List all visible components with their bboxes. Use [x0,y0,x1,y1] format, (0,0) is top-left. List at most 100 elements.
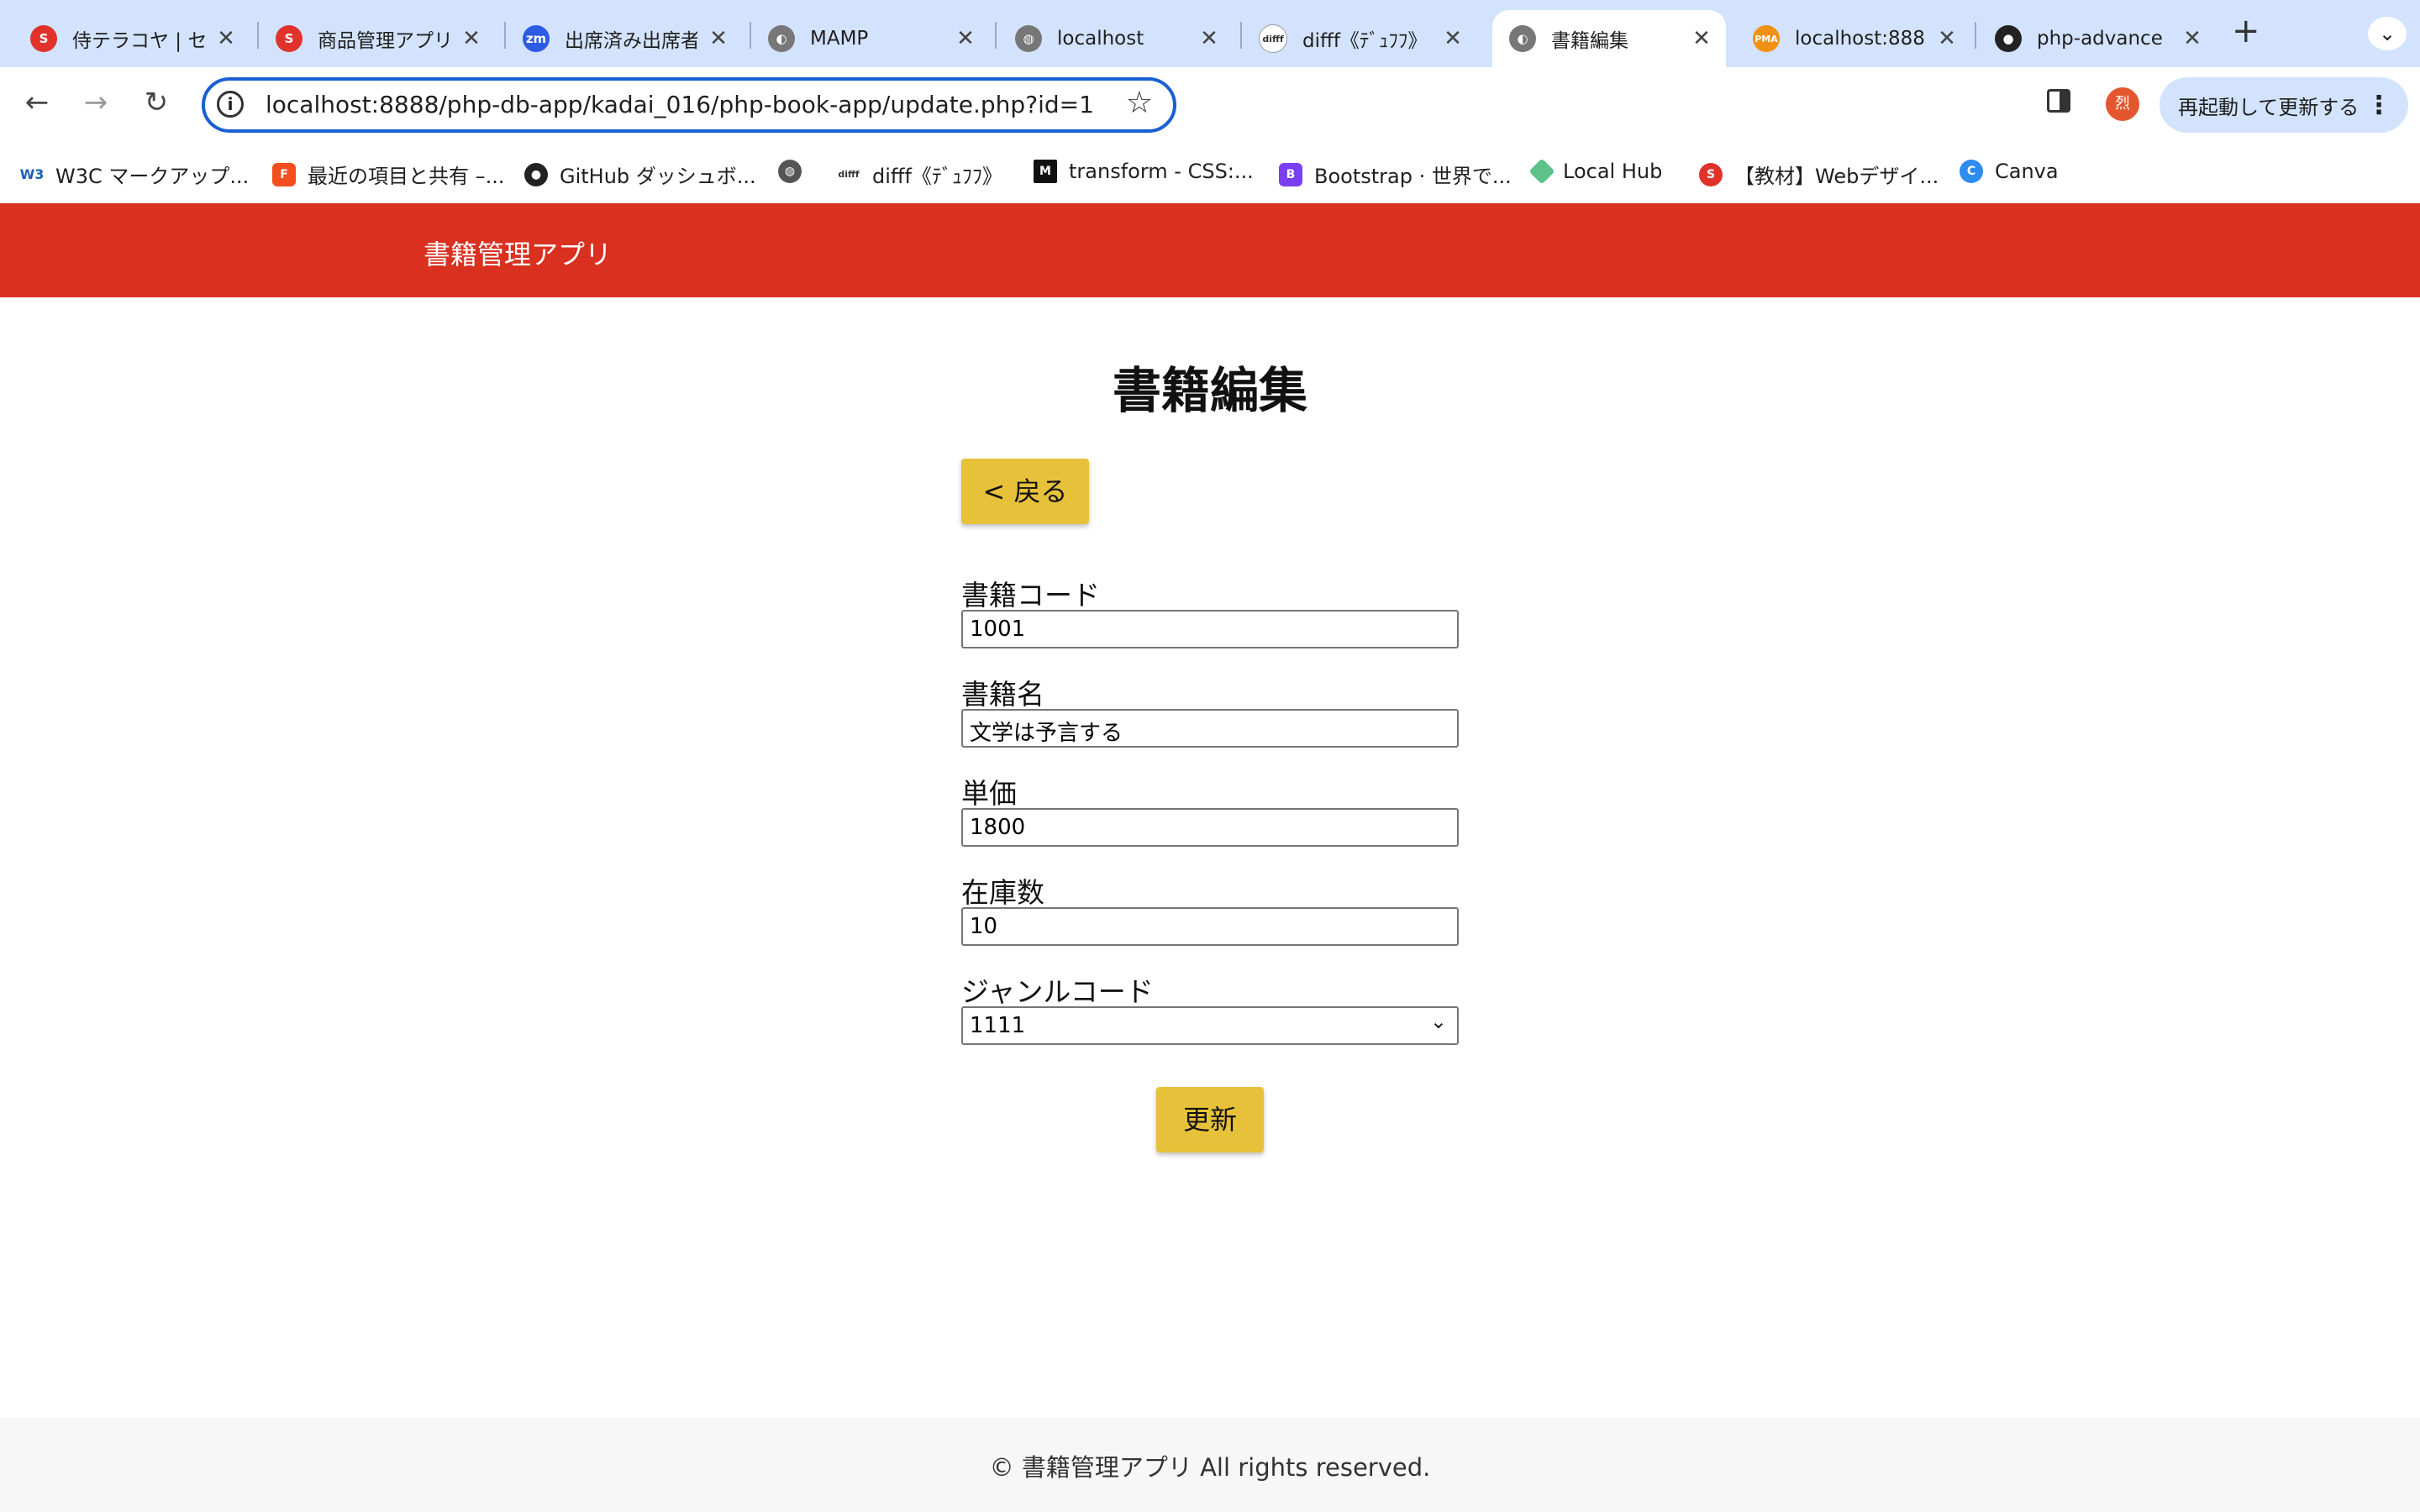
mdn-icon: M [1034,160,1057,183]
footer-copyright: © 書籍管理アプリ All rights reserved. [989,1453,1431,1482]
bookmark-label: 最近の項目と共有 –... [308,165,505,188]
close-icon[interactable]: ✕ [213,26,239,51]
close-icon[interactable]: ✕ [1440,26,1465,51]
bookmark-label: Bootstrap · 世界で... [1314,165,1512,188]
close-icon[interactable]: ✕ [953,26,978,51]
relaunch-update-button[interactable]: 再起動して更新する ⋮ [2160,77,2408,133]
address-bar[interactable]: i localhost:8888/php-db-app/kadai_016/ph… [202,77,1176,133]
site-info-icon[interactable]: i [217,91,244,118]
samurai-icon: S [1699,162,1723,186]
globe-icon: ◍ [1015,25,1042,52]
close-icon[interactable]: ✕ [706,26,731,51]
close-icon[interactable]: ✕ [1934,26,1960,51]
w3c-icon: W3 [20,162,44,186]
tab-title: localhost:888 [1795,28,1925,50]
close-icon[interactable]: ✕ [459,26,484,51]
stock-label: 在庫数 [961,876,1044,909]
difff-icon: difff [837,162,860,186]
tab-php-advance[interactable]: ● php-advance ✕ [1965,10,2217,67]
samurai-icon: S [30,25,57,52]
bookmark-globe[interactable]: ◍ [778,160,813,183]
difff-icon: difff [1259,24,1287,53]
app-header: 書籍管理アプリ [0,203,2420,297]
tab-title: 書籍編集 [1551,30,1628,52]
page-footer: © 書籍管理アプリ All rights reserved. [0,1418,2420,1512]
tab-title: difff《ﾃﾞｭﾌﾌ》 [1302,30,1428,52]
genre-code-selected: 1111 [970,1013,1026,1038]
bookmark-github[interactable]: ● GitHub ダッシュボ... [524,160,756,189]
bookmark-label: transform - CSS:... [1069,160,1254,183]
tab-localhost[interactable]: ◍ localhost ✕ [985,10,1234,67]
stock-input[interactable]: 10 [961,907,1459,946]
tab-mamp[interactable]: ◐ MAMP ✕ [738,10,990,67]
avatar[interactable]: 烈 [2106,87,2139,121]
samurai-icon: S [276,25,302,52]
bookmark-star-icon[interactable]: ☆ [1126,86,1153,120]
back-arrow-icon[interactable]: ← [17,86,57,119]
genre-code-label: ジャンルコード [961,975,1154,1008]
bookmarks-bar: W3 W3C マークアップ... F 最近の項目と共有 –... ● GitHu… [0,144,2420,203]
tab-phpmyadmin[interactable]: PMA localhost:888 ✕ [1723,10,1971,67]
bootstrap-icon: B [1279,162,1302,186]
bookmark-label: W3C マークアップ... [55,165,250,188]
bookmark-difff[interactable]: difff difff《ﾃﾞｭﾌﾌ》 [837,160,1002,189]
localhub-icon [1528,158,1555,185]
book-name-input[interactable]: 文学は予言する [961,709,1459,748]
mamp-icon: ◐ [768,25,795,52]
tab-zoom-attendance[interactable]: zm 出席済み出席者 ✕ [492,10,743,67]
bookmark-local-hub[interactable]: Local Hub [1528,158,1663,185]
pma-icon: PMA [1753,25,1780,52]
bookmark-samurai-webdesign[interactable]: S 【教材】Webデザイ... [1699,160,1939,189]
github-icon: ● [524,162,548,186]
tab-product-app[interactable]: S 商品管理アプリ ✕ [245,10,496,67]
genre-code-select[interactable]: 1111 ⌄ [961,1006,1459,1045]
bookmark-canva[interactable]: C Canva [1960,160,2059,183]
tab-samurai-terakoya[interactable]: S 侍テラコヤ | セ ✕ [0,10,250,67]
back-button[interactable]: < 戻る [961,459,1089,524]
mamp-icon: ◐ [1509,25,1536,52]
price-input[interactable]: 1800 [961,808,1459,847]
reload-icon[interactable]: ↻ [136,86,176,119]
tab-title: php-advance [2037,28,2163,50]
zm-icon: zm [523,25,550,52]
url-text[interactable]: localhost:8888/php-db-app/kadai_016/php-… [266,91,1094,118]
side-panel-icon[interactable] [2047,89,2070,113]
canva-icon: C [1960,160,1983,183]
price-label: 単価 [961,777,1017,810]
bookmark-bootstrap[interactable]: B Bootstrap · 世界で... [1279,160,1512,189]
bookmark-w3c[interactable]: W3 W3C マークアップ... [20,160,249,189]
bookmark-figma[interactable]: F 最近の項目と共有 –... [272,160,505,189]
tab-title: 出席済み出席者 [565,30,697,52]
bookmark-label: 【教材】Webデザイ... [1734,165,1939,188]
bookmark-label: Canva [1995,160,2059,183]
github-icon: ● [1995,25,2022,52]
tab-title: 商品管理アプリ [318,30,450,52]
tab-book-edit[interactable]: ◐ 書籍編集 ✕ [1492,10,1726,67]
tab-search-button[interactable]: ⌄ [2368,17,2407,50]
book-code-input[interactable]: 1001 [961,610,1459,648]
browser-tab-bar: S 侍テラコヤ | セ ✕ S 商品管理アプリ ✕ zm 出席済み出席者 ✕ ◐… [0,0,2420,67]
menu-dots-icon[interactable]: ⋮ [2366,91,2391,120]
bookmark-label: GitHub ダッシュボ... [560,165,756,188]
chevron-down-icon: ⌄ [1429,1010,1447,1033]
tab-title: 侍テラコヤ | セ [72,30,205,52]
update-submit-button[interactable]: 更新 [1156,1087,1264,1152]
book-name-label: 書籍名 [961,678,1044,711]
tab-title: MAMP [810,28,869,50]
forward-arrow-icon[interactable]: → [76,86,116,119]
bookmark-label: difff《ﾃﾞｭﾌﾌ》 [872,165,1002,188]
app-name[interactable]: 書籍管理アプリ [424,234,612,272]
globe-icon: ◍ [778,160,802,183]
new-tab-button[interactable]: + [2232,12,2260,50]
bookmark-label: Local Hub [1563,160,1663,183]
book-code-label: 書籍コード [961,579,1100,612]
close-icon[interactable]: ✕ [1197,26,1222,51]
tab-difff[interactable]: difff difff《ﾃﾞｭﾌﾌ》 ✕ [1228,10,1477,67]
close-icon[interactable]: ✕ [2180,26,2205,51]
bookmark-mdn[interactable]: M transform - CSS:... [1034,160,1254,183]
page-title: 書籍編集 [1112,362,1307,419]
close-icon[interactable]: ✕ [1689,26,1714,51]
figma-icon: F [272,162,296,186]
relaunch-update-label: 再起動して更新する [2178,95,2360,119]
tab-title: localhost [1057,28,1144,50]
